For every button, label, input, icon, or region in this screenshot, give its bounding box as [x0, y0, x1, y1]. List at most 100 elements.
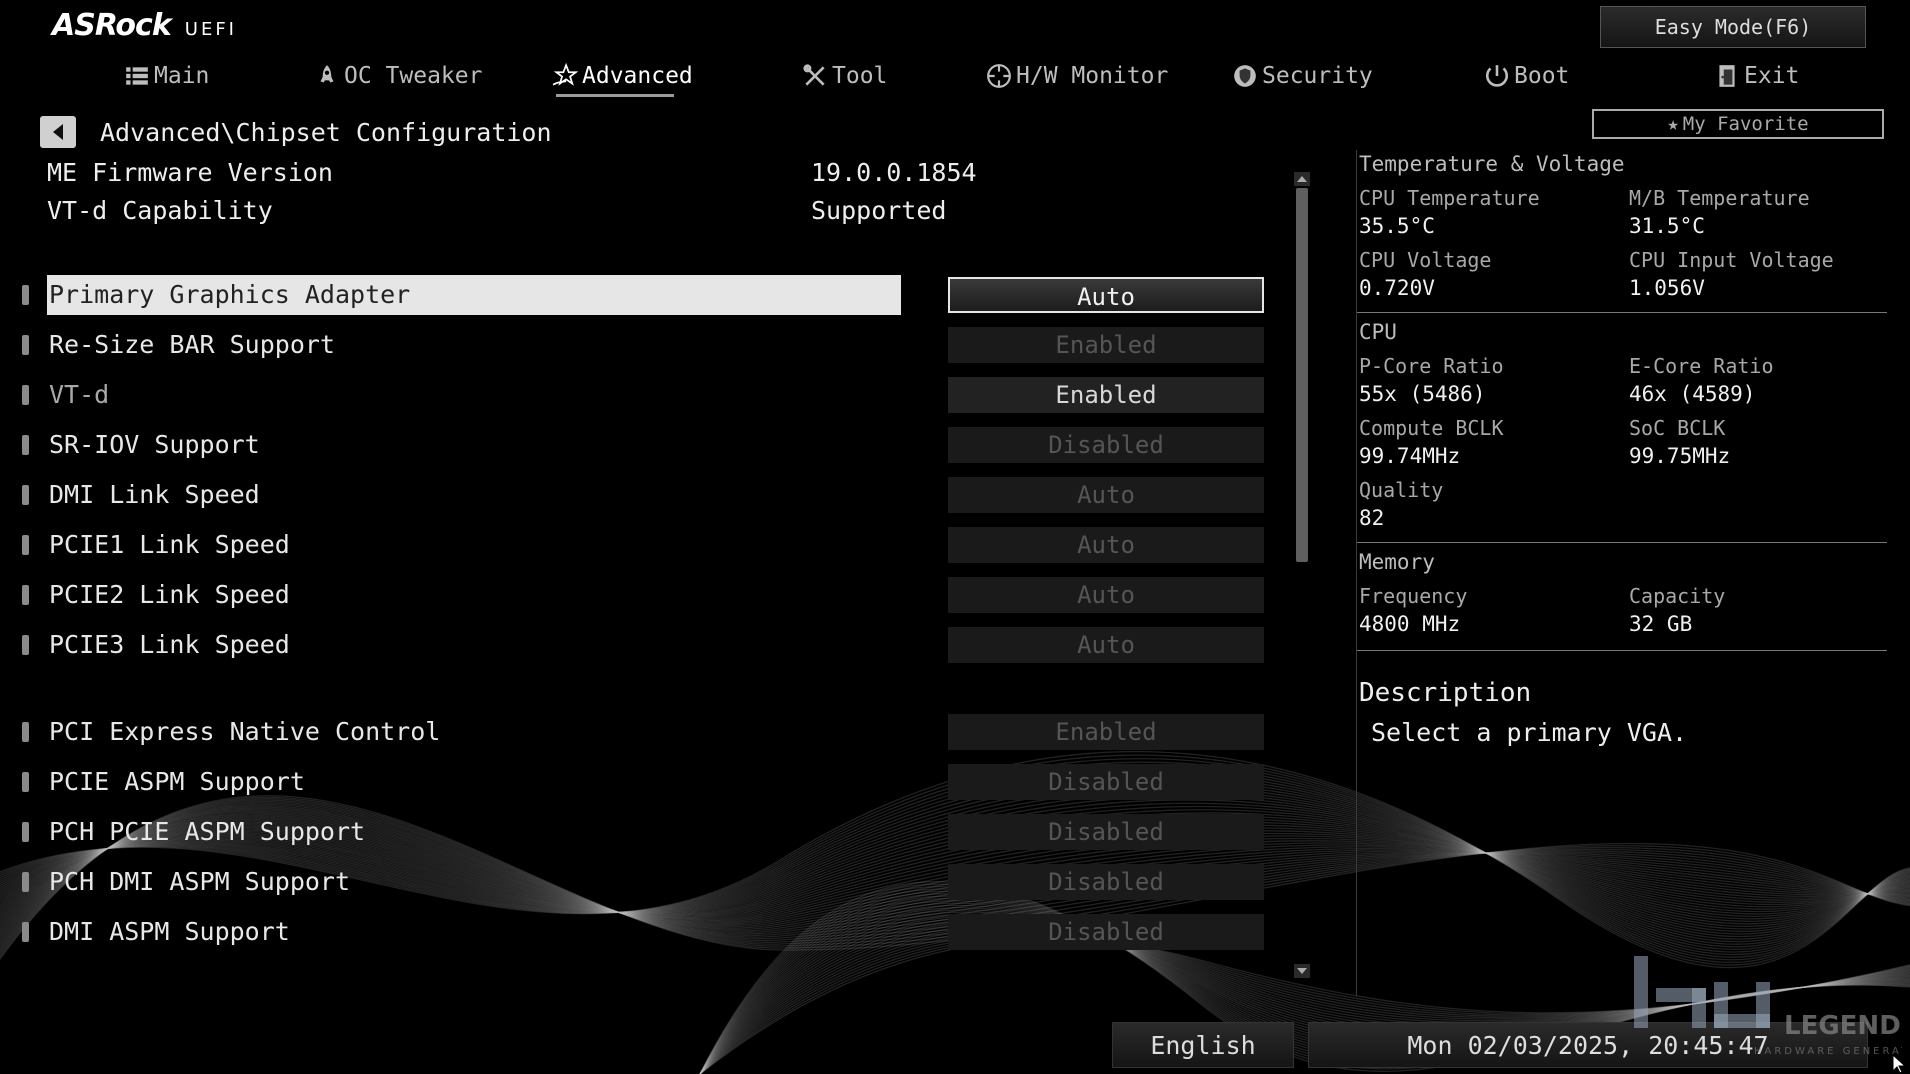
row-bullet — [22, 485, 29, 505]
setting-label: PCH PCIE ASPM Support — [49, 817, 366, 846]
soc-bclk-value: 99.75MHz — [1629, 444, 1731, 468]
setting-dmi-link-speed[interactable]: DMI Link Speed Auto — [0, 475, 1280, 515]
mouse-cursor-icon — [1892, 1054, 1907, 1074]
cpu-section-title: CPU — [1359, 320, 1397, 344]
row-bullet — [22, 822, 29, 842]
memory-section-title: Memory — [1359, 550, 1435, 574]
memory-frequency-value: 4800 MHz — [1359, 612, 1461, 636]
scroll-down-arrow-icon[interactable] — [1294, 964, 1310, 978]
quality-label: Quality — [1359, 478, 1444, 502]
ecore-ratio-label: E-Core Ratio — [1629, 354, 1774, 378]
scrollbar-thumb[interactable] — [1296, 188, 1308, 562]
setting-pcie-aspm[interactable]: PCIE ASPM Support Disabled — [0, 762, 1280, 802]
setting-label: DMI ASPM Support — [49, 917, 290, 946]
setting-label: PCI Express Native Control — [49, 717, 441, 746]
temp-voltage-title: Temperature & Voltage — [1359, 152, 1625, 176]
star-icon: ★ — [1667, 113, 1679, 135]
watermark-logo: LEGEND HARDWARE GENERATION — [1634, 956, 1902, 1057]
info-label: ME Firmware Version — [47, 158, 333, 187]
row-bullet — [22, 535, 29, 555]
description-text: Select a primary VGA. — [1371, 718, 1688, 747]
watermark-text: LEGEND — [1784, 1011, 1901, 1041]
setting-pch-pcie-aspm[interactable]: PCH PCIE ASPM Support Disabled — [0, 812, 1280, 852]
easy-mode-button[interactable]: Easy Mode(F6) — [1600, 6, 1866, 48]
cpu-input-voltage-label: CPU Input Voltage — [1629, 248, 1834, 272]
mb-temp-label: M/B Temperature — [1629, 186, 1810, 210]
soc-bclk-label: SoC BCLK — [1629, 416, 1726, 440]
memory-capacity-label: Capacity — [1629, 584, 1726, 608]
row-bullet — [22, 385, 29, 405]
hw-monitor-panel: Temperature & Voltage CPU Temperature 35… — [1356, 150, 1897, 996]
exit-icon — [1719, 65, 1735, 87]
language-button[interactable]: English — [1112, 1022, 1294, 1068]
setting-label: PCIE1 Link Speed — [49, 530, 290, 559]
cpu-input-voltage-value: 1.056V — [1629, 276, 1705, 300]
power-icon — [1485, 65, 1509, 87]
setting-value-dropdown[interactable]: Enabled — [948, 377, 1264, 413]
setting-value-dropdown[interactable]: Auto — [948, 627, 1264, 663]
setting-value-dropdown[interactable]: Disabled — [948, 814, 1264, 850]
mb-temp-value: 31.5°C — [1629, 214, 1705, 238]
tab-exit[interactable]: Exit — [1714, 56, 1799, 96]
setting-pcie3-link-speed[interactable]: PCIE3 Link Speed Auto — [0, 625, 1280, 665]
setting-pci-express-native-control[interactable]: PCI Express Native Control Enabled — [0, 712, 1280, 752]
setting-value-dropdown[interactable]: Auto — [948, 577, 1264, 613]
tab-boot[interactable]: Boot — [1484, 56, 1569, 96]
scrollbar[interactable] — [1294, 172, 1310, 978]
setting-value-dropdown[interactable]: Disabled — [948, 864, 1264, 900]
setting-label: PCIE ASPM Support — [49, 767, 305, 796]
settings-area: ME Firmware Version 19.0.0.1854 VT-d Cap… — [0, 0, 1300, 1074]
row-bullet — [22, 335, 29, 355]
setting-pch-dmi-aspm[interactable]: PCH DMI ASPM Support Disabled — [0, 862, 1280, 902]
setting-pcie1-link-speed[interactable]: PCIE1 Link Speed Auto — [0, 525, 1280, 565]
info-value: 19.0.0.1854 — [811, 158, 977, 187]
info-label: VT-d Capability — [47, 196, 273, 225]
setting-value-dropdown[interactable]: Auto — [948, 477, 1264, 513]
setting-label: PCIE3 Link Speed — [49, 630, 290, 659]
scroll-up-arrow-icon[interactable] — [1294, 172, 1310, 186]
row-bullet — [22, 922, 29, 942]
setting-label: Primary Graphics Adapter — [47, 275, 901, 315]
setting-value-dropdown[interactable]: Auto — [948, 277, 1264, 313]
tab-boot-label: Boot — [1514, 63, 1570, 89]
my-favorite-button[interactable]: ★ My Favorite — [1592, 109, 1884, 139]
setting-value-dropdown[interactable]: Enabled — [948, 714, 1264, 750]
row-bullet — [22, 585, 29, 605]
setting-value-dropdown[interactable]: Disabled — [948, 764, 1264, 800]
memory-capacity-value: 32 GB — [1629, 612, 1693, 636]
compute-bclk-value: 99.74MHz — [1359, 444, 1461, 468]
row-bullet — [22, 635, 29, 655]
setting-sr-iov[interactable]: SR-IOV Support Disabled — [0, 425, 1280, 465]
cpu-voltage-label: CPU Voltage — [1359, 248, 1492, 272]
ecore-ratio-value: 46x (4589) — [1629, 382, 1756, 406]
divider — [1357, 542, 1887, 543]
cpu-temp-label: CPU Temperature — [1359, 186, 1540, 210]
cpu-temp-value: 35.5°C — [1359, 214, 1435, 238]
setting-value-dropdown[interactable]: Enabled — [948, 327, 1264, 363]
divider — [1357, 312, 1887, 313]
row-bullet — [22, 722, 29, 742]
setting-resize-bar[interactable]: Re-Size BAR Support Enabled — [0, 325, 1280, 365]
setting-label: PCH DMI ASPM Support — [49, 867, 351, 896]
row-bullet — [22, 285, 29, 305]
setting-dmi-aspm[interactable]: DMI ASPM Support Disabled — [0, 912, 1280, 952]
setting-label: PCIE2 Link Speed — [49, 580, 290, 609]
setting-label: Re-Size BAR Support — [49, 330, 335, 359]
setting-label: SR-IOV Support — [49, 430, 260, 459]
setting-vt-d[interactable]: VT-d Enabled — [0, 375, 1280, 415]
row-bullet — [22, 772, 29, 792]
row-bullet — [22, 435, 29, 455]
memory-frequency-label: Frequency — [1359, 584, 1468, 608]
setting-primary-graphics-adapter[interactable]: Primary Graphics Adapter Auto — [0, 275, 1280, 315]
setting-value-dropdown[interactable]: Disabled — [948, 427, 1264, 463]
info-value: Supported — [811, 196, 947, 225]
pcore-ratio-label: P-Core Ratio — [1359, 354, 1504, 378]
setting-value-dropdown[interactable]: Disabled — [948, 914, 1264, 950]
setting-value-dropdown[interactable]: Auto — [948, 527, 1264, 563]
row-bullet — [22, 872, 29, 892]
pcore-ratio-value: 55x (5486) — [1359, 382, 1486, 406]
setting-pcie2-link-speed[interactable]: PCIE2 Link Speed Auto — [0, 575, 1280, 615]
watermark-subtext: HARDWARE GENERATION — [1754, 1046, 1902, 1057]
description-title: Description — [1359, 678, 1532, 708]
setting-label: DMI Link Speed — [49, 480, 260, 509]
